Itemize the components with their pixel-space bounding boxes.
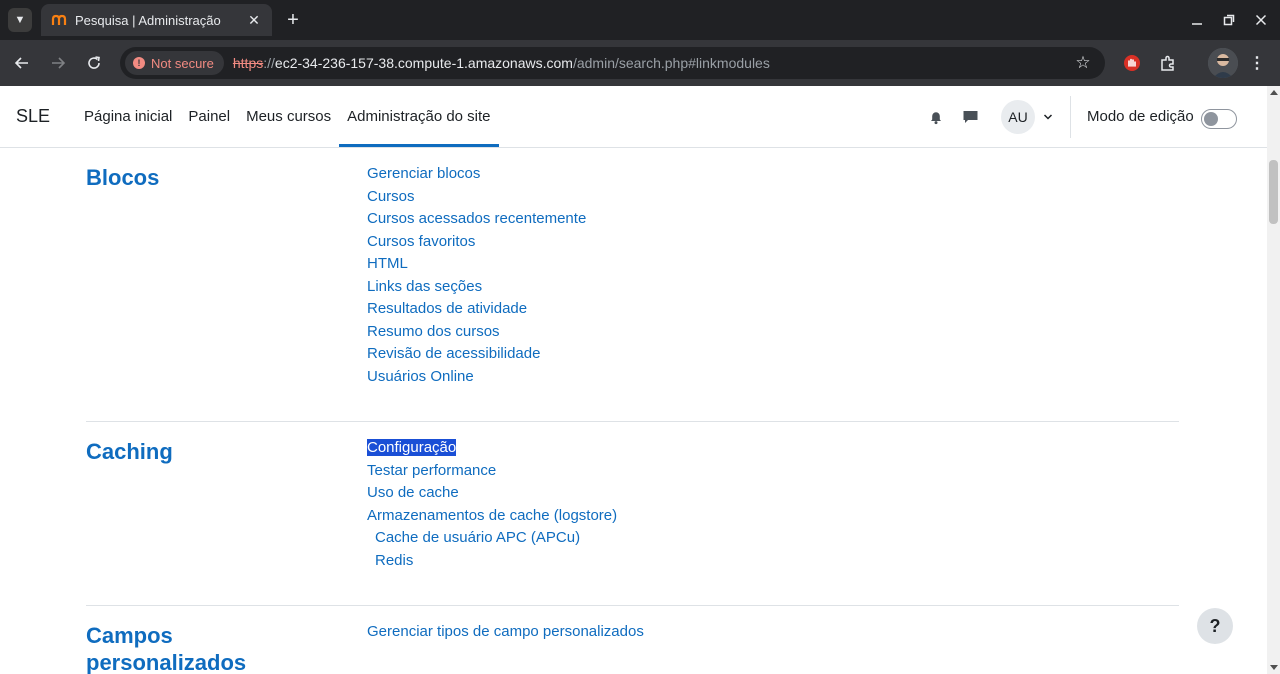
minimize-icon[interactable] (1185, 8, 1209, 32)
security-indicator[interactable]: ! Not secure (125, 51, 224, 75)
section-title[interactable]: Blocos (86, 164, 159, 191)
link-armazenamentos-de-cache[interactable]: Armazenamentos de cache (logstore) (367, 505, 617, 528)
toggle-knob (1204, 112, 1218, 126)
browser-menu-icon[interactable]: ⋮ (1245, 51, 1269, 75)
notifications-bell-icon[interactable] (927, 108, 945, 126)
security-label: Not secure (151, 55, 214, 71)
link-cursos[interactable]: Cursos (367, 186, 586, 209)
link-revisao-de-acessibilidade[interactable]: Revisão de acessibilidade (367, 343, 586, 366)
extension-stop-icon[interactable] (1120, 51, 1144, 75)
scrollbar-thumb[interactable] (1269, 160, 1278, 224)
url-text: https://ec2-34-236-157-38.compute-1.amaz… (233, 55, 770, 71)
link-resultados-de-atividade[interactable]: Resultados de atividade (367, 298, 586, 321)
navbar-divider (1070, 96, 1071, 138)
edit-mode-toggle[interactable] (1201, 109, 1237, 129)
messages-chat-icon[interactable] (961, 108, 979, 126)
link-cursos-favoritos[interactable]: Cursos favoritos (367, 231, 586, 254)
scroll-up-arrow-icon[interactable] (1270, 90, 1278, 95)
forward-icon[interactable] (45, 50, 71, 76)
browser-tab-bar: ▼ Pesquisa | Administração ✕ + (0, 0, 1280, 40)
link-configuracao-text: Configuração (367, 439, 457, 456)
new-tab-icon[interactable]: + (281, 8, 305, 32)
url-host: ec2-34-236-157-38.compute-1.amazonaws.co… (274, 55, 573, 71)
user-avatar[interactable]: AU (1001, 100, 1035, 134)
section-divider (86, 605, 1179, 606)
section-title[interactable]: Campos personalizados (86, 622, 246, 674)
help-question-button[interactable]: ? (1197, 608, 1233, 644)
section-title[interactable]: Caching (86, 438, 173, 465)
site-brand[interactable]: SLE (16, 106, 50, 127)
link-cursos-acessados-recentemente[interactable]: Cursos acessados recentemente (367, 208, 586, 231)
link-cache-de-usuario-apcu[interactable]: Cache de usuário APC (APCu) (367, 527, 617, 550)
page-scrollbar[interactable] (1267, 86, 1280, 674)
moodle-favicon-icon (51, 12, 67, 28)
tab-search-dropdown-icon[interactable]: ▼ (8, 8, 32, 32)
url-scheme: https (232, 55, 264, 71)
nav-item-administracao-do-site[interactable]: Administração do site (339, 86, 499, 147)
nav-item-painel[interactable]: Painel (180, 86, 238, 147)
site-navbar: SLE Página inicial Painel Meus cursos Ad… (0, 86, 1267, 148)
link-testar-performance[interactable]: Testar performance (367, 460, 617, 483)
browser-toolbar: ! Not secure https://ec2-34-236-157-38.c… (0, 40, 1280, 86)
back-icon[interactable] (9, 50, 35, 76)
nav-item-pagina-inicial[interactable]: Página inicial (76, 86, 180, 147)
link-uso-de-cache[interactable]: Uso de cache (367, 482, 617, 505)
nav-item-meus-cursos[interactable]: Meus cursos (238, 86, 339, 147)
tab-title: Pesquisa | Administração (75, 12, 221, 28)
close-window-icon[interactable] (1249, 8, 1273, 32)
link-html[interactable]: HTML (367, 253, 586, 276)
link-links-das-secoes[interactable]: Links das seções (367, 276, 586, 299)
section-links: Gerenciar tipos de campo personalizados (367, 621, 644, 644)
primary-navigation: Página inicial Painel Meus cursos Admini… (76, 86, 499, 147)
url-separator: :// (263, 55, 275, 71)
section-divider (86, 421, 1179, 422)
link-usuarios-online[interactable]: Usuários Online (367, 366, 586, 389)
reload-icon[interactable] (81, 50, 107, 76)
link-gerenciar-tipos-de-campo-personalizados[interactable]: Gerenciar tipos de campo personalizados (367, 621, 644, 644)
url-path: /admin/search.php#linkmodules (572, 55, 770, 71)
not-secure-icon: ! (133, 57, 145, 69)
restore-icon[interactable] (1217, 8, 1241, 32)
extensions-puzzle-icon[interactable] (1156, 51, 1180, 75)
bookmark-star-icon[interactable]: ☆ (1073, 53, 1093, 73)
section-links: Configuração Testar performance Uso de c… (367, 437, 617, 572)
link-redis[interactable]: Redis (367, 550, 617, 573)
link-gerenciar-blocos[interactable]: Gerenciar blocos (367, 163, 586, 186)
section-title-line: personalizados (86, 650, 247, 674)
section-links: Gerenciar blocos Cursos Cursos acessados… (367, 163, 586, 388)
profile-avatar-icon[interactable] (1208, 48, 1238, 78)
user-menu-chevron-down-icon[interactable] (1041, 110, 1055, 124)
scroll-down-arrow-icon[interactable] (1270, 665, 1278, 670)
link-resumo-dos-cursos[interactable]: Resumo dos cursos (367, 321, 586, 344)
section-title-line: Campos (86, 623, 173, 648)
browser-tab-active[interactable]: Pesquisa | Administração ✕ (41, 4, 272, 36)
tab-close-icon[interactable]: ✕ (246, 12, 262, 29)
edit-mode-label: Modo de edição (1087, 108, 1194, 125)
address-bar[interactable]: ! Not secure https://ec2-34-236-157-38.c… (120, 47, 1105, 79)
admin-search-results: Blocos Gerenciar blocos Cursos Cursos ac… (0, 148, 1267, 674)
link-configuracao[interactable]: Configuração (367, 437, 617, 460)
